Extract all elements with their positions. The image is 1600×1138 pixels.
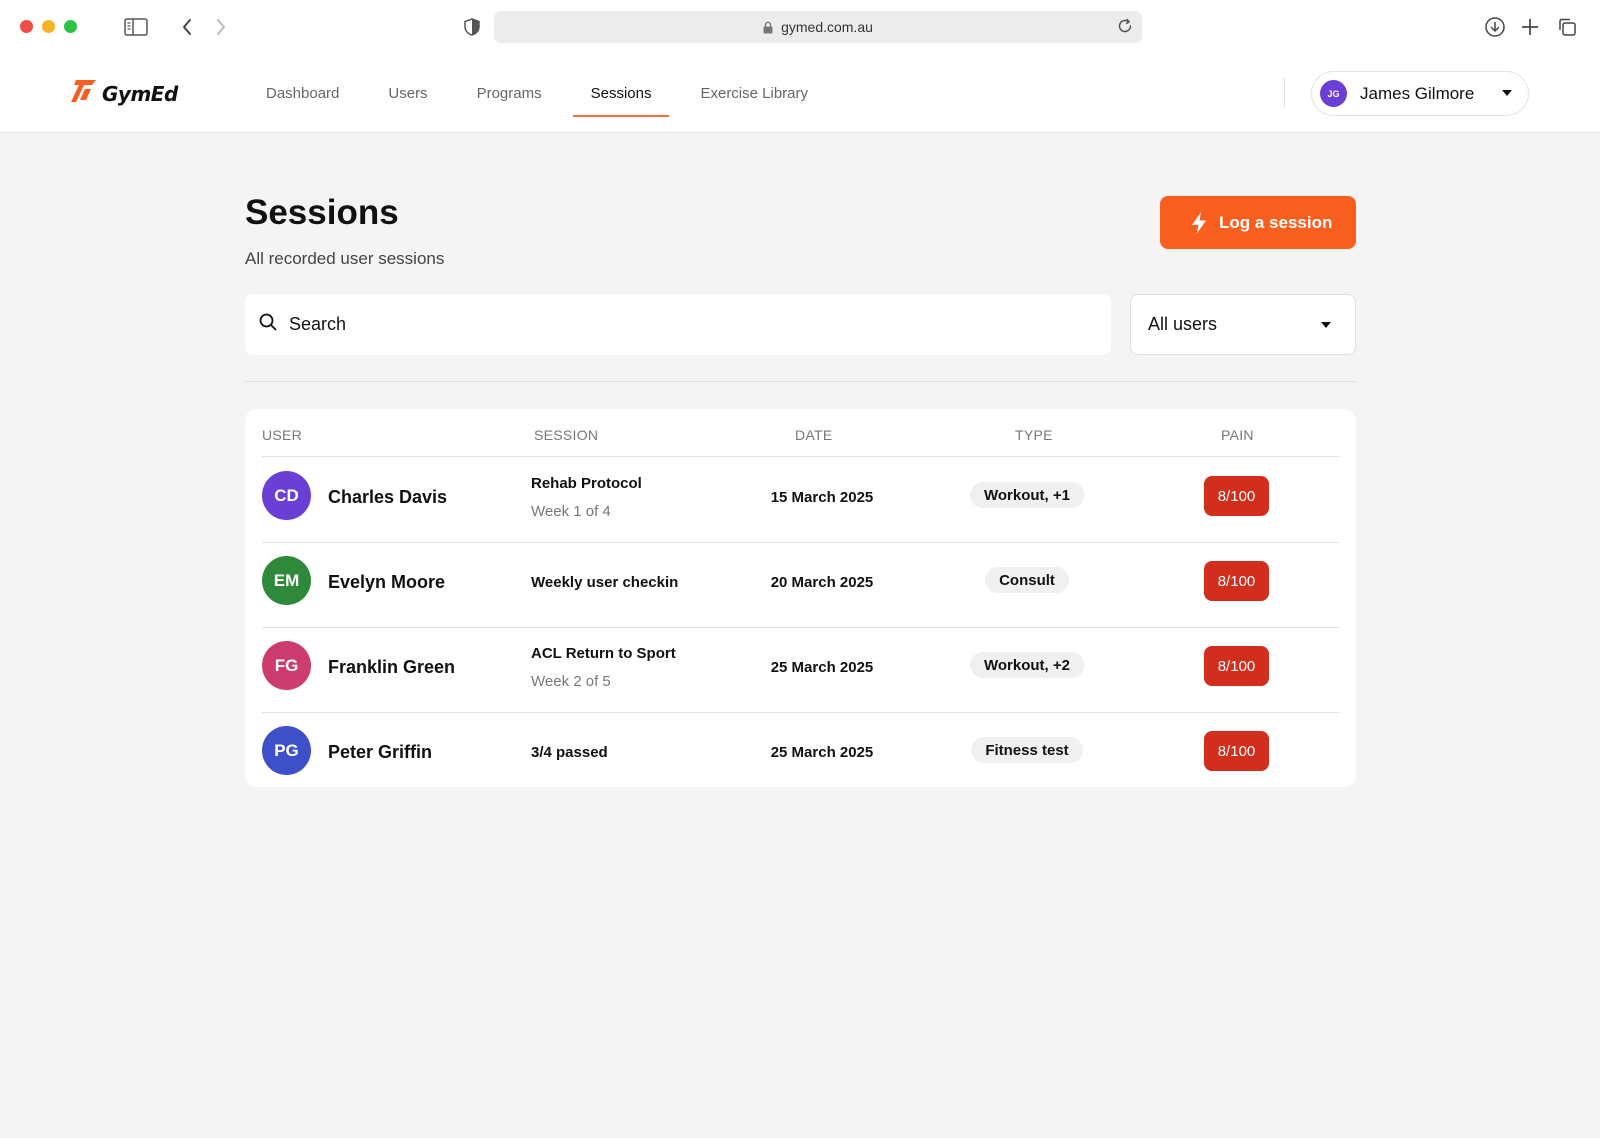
table-row[interactable]: FG Franklin Green ACL Return to Sport We… [262, 628, 1340, 713]
reload-icon[interactable] [1116, 17, 1134, 38]
user-name[interactable]: Charles Davis [328, 487, 447, 508]
user-filter-value: All users [1148, 314, 1218, 334]
session-title: 3/4 passed [531, 744, 608, 761]
page-title: Sessions [245, 193, 399, 232]
logo-arrow-icon [70, 78, 98, 109]
user-name[interactable]: Peter Griffin [328, 742, 432, 763]
user-filter-dropdown[interactable]: All users [1130, 294, 1356, 355]
lock-icon [763, 21, 773, 34]
session-type-badge: Consult [985, 567, 1069, 593]
caret-down-icon [1321, 322, 1331, 328]
sidebar-toggle-icon[interactable] [124, 15, 148, 39]
sessions-table: USER SESSION DATE TYPE PAIN CD Charles D… [245, 409, 1356, 787]
column-header-user[interactable]: USER [262, 427, 302, 443]
nav-sessions[interactable]: Sessions [572, 54, 670, 133]
nav-exercise-library[interactable]: Exercise Library [682, 54, 826, 133]
table-header: USER SESSION DATE TYPE PAIN [262, 409, 1340, 457]
log-session-label: Log a session [1219, 212, 1333, 232]
session-date: 20 March 2025 [770, 574, 874, 591]
avatar: JG [1320, 80, 1347, 107]
nav-dashboard[interactable]: Dashboard [248, 54, 357, 133]
nav-programs[interactable]: Programs [459, 54, 560, 133]
session-week: Week 2 of 5 [531, 673, 611, 690]
session-title: Rehab Protocol [531, 475, 642, 492]
user-name[interactable]: Evelyn Moore [328, 572, 445, 593]
search-input[interactable] [289, 314, 1069, 335]
session-title: Weekly user checkin [531, 574, 679, 591]
lightning-bolt-icon [1190, 211, 1208, 235]
tab-overview-icon[interactable] [1555, 15, 1579, 39]
nav-users[interactable]: Users [370, 54, 445, 133]
address-bar[interactable]: gymed.com.au [494, 11, 1142, 43]
session-week: Week 1 of 4 [531, 503, 611, 520]
session-type-badge: Workout, +1 [970, 482, 1084, 508]
column-header-session[interactable]: SESSION [534, 427, 598, 443]
minimize-window-button[interactable] [42, 20, 55, 33]
column-header-date[interactable]: DATE [795, 427, 833, 443]
privacy-shield-icon[interactable] [460, 15, 484, 39]
session-type-badge: Fitness test [971, 737, 1083, 763]
search-box[interactable] [245, 294, 1111, 355]
caret-down-icon [1502, 90, 1512, 96]
section-divider [245, 381, 1356, 382]
pain-score-badge: 8/100 [1204, 561, 1269, 601]
avatar: PG [262, 726, 311, 775]
browser-chrome: gymed.com.au [0, 0, 1600, 54]
user-name: James Gilmore [1360, 83, 1475, 103]
session-date: 15 March 2025 [770, 489, 874, 506]
session-date: 25 March 2025 [770, 659, 874, 676]
close-window-button[interactable] [20, 20, 33, 33]
table-row[interactable]: CD Charles Davis Rehab Protocol Week 1 o… [262, 458, 1340, 543]
brand-name: GymEd [102, 81, 178, 106]
avatar: CD [262, 471, 311, 520]
pain-score-badge: 8/100 [1204, 731, 1269, 771]
forward-arrow-icon[interactable] [209, 15, 233, 39]
avatar: EM [262, 556, 311, 605]
avatar: FG [262, 641, 311, 690]
main-nav: Dashboard Users Programs Sessions Exerci… [248, 54, 839, 133]
pain-score-badge: 8/100 [1204, 646, 1269, 686]
app-header: GymEd Dashboard Users Programs Sessions … [0, 54, 1600, 133]
url-text: gymed.com.au [781, 19, 873, 35]
log-session-button[interactable]: Log a session [1160, 196, 1356, 249]
new-tab-plus-icon[interactable] [1518, 15, 1542, 39]
column-header-type[interactable]: TYPE [1015, 427, 1053, 443]
session-date: 25 March 2025 [770, 744, 874, 761]
header-divider [1284, 78, 1285, 108]
column-header-pain[interactable]: PAIN [1221, 427, 1254, 443]
gymed-logo[interactable]: GymEd [70, 78, 178, 109]
search-icon [259, 313, 277, 336]
user-menu-button[interactable]: JG James Gilmore [1311, 71, 1529, 116]
pain-score-badge: 8/100 [1204, 476, 1269, 516]
maximize-window-button[interactable] [64, 20, 77, 33]
table-row[interactable]: EM Evelyn Moore Weekly user checkin 20 M… [262, 543, 1340, 628]
session-type-badge: Workout, +2 [970, 652, 1084, 678]
user-name[interactable]: Franklin Green [328, 657, 455, 678]
downloads-icon[interactable] [1483, 15, 1507, 39]
session-title: ACL Return to Sport [531, 645, 676, 662]
back-arrow-icon[interactable] [175, 15, 199, 39]
table-row[interactable]: PG Peter Griffin 3/4 passed 25 March 202… [262, 713, 1340, 798]
page-subtitle: All recorded user sessions [245, 249, 445, 268]
